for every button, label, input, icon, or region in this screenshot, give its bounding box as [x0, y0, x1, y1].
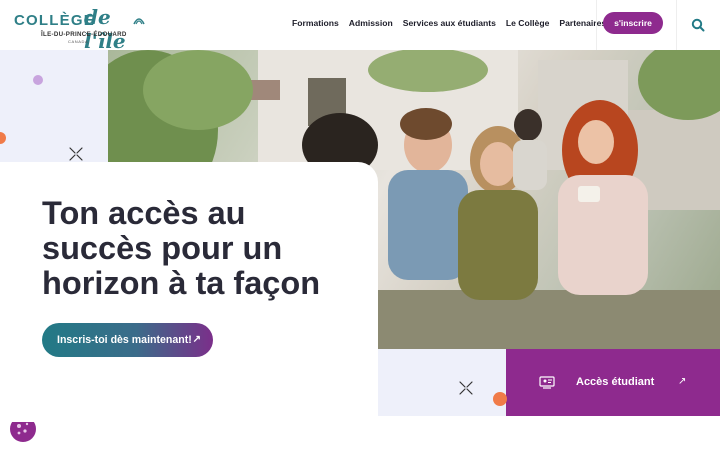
signup-now-label: Inscris-toi dès maintenant!: [57, 334, 192, 346]
logo-province: ÎLE-DU-PRINCE-ÉDOUARD: [41, 31, 127, 38]
decorative-dot-orange: [493, 392, 507, 406]
arrow-up-right-icon: ↗: [192, 334, 201, 345]
logo-country: CANADA: [68, 39, 89, 44]
hero-title: Ton accès au succès pour un horizon à ta…: [42, 195, 321, 301]
college-logo[interactable]: COLLÈGE de l'île ÎLE-DU-PRINCE-ÉDOUARD C…: [14, 5, 145, 53]
student-access-label: Accès étudiant: [576, 376, 655, 388]
signup-button[interactable]: s'inscrire: [603, 12, 663, 34]
site-header: COLLÈGE de l'île ÎLE-DU-PRINCE-ÉDOUARD C…: [0, 0, 720, 53]
decorative-panel-bottom: [378, 349, 506, 416]
nav-item-le-college[interactable]: Le Collège: [506, 18, 549, 28]
search-icon[interactable]: [690, 17, 706, 33]
decorative-x-icon: [459, 381, 473, 395]
logo-wave-icon: [133, 18, 145, 25]
nav-item-admission[interactable]: Admission: [349, 18, 393, 28]
student-access-link[interactable]: Accès étudiant ↗: [506, 349, 720, 416]
nav-divider-2: [676, 0, 677, 50]
decorative-x-icon: [69, 147, 83, 161]
signup-now-button[interactable]: Inscris-toi dès maintenant! ↗: [42, 323, 213, 357]
nav-divider: [596, 0, 597, 50]
student-portal-icon: [539, 376, 555, 389]
decorative-dot-purple: [33, 75, 43, 85]
nav-item-partenaires[interactable]: Partenaires: [559, 18, 606, 28]
nav-item-formations[interactable]: Formations: [292, 18, 339, 28]
main-nav: Formations Admission Services aux étudia…: [292, 18, 606, 28]
logo-word-college: COLLÈGE: [14, 12, 95, 29]
nav-item-services[interactable]: Services aux étudiants: [403, 18, 496, 28]
decorative-panel-left: [0, 50, 108, 164]
arrow-up-right-icon: ↗: [678, 376, 687, 387]
